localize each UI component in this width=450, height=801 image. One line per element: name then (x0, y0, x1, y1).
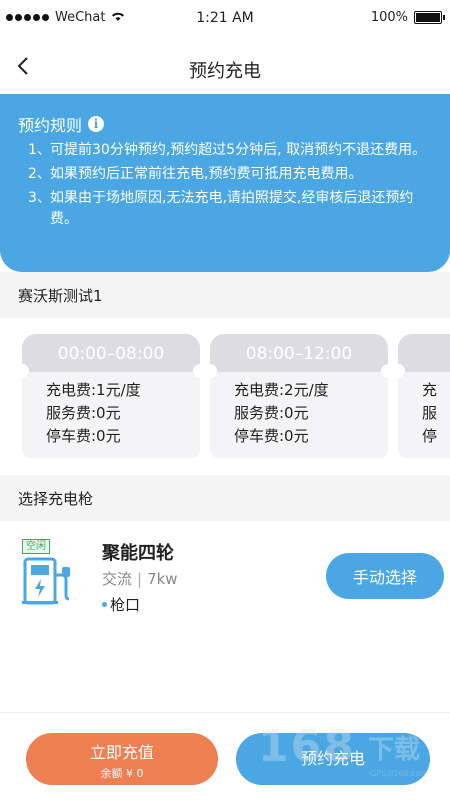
tariff-card[interactable]: 00:00–08:00 充电费:1元/度 服务费:0元 停车费:0元 (15, 334, 207, 458)
tariff-card[interactable]: 08:00–12:00 充电费:2元/度 服务费:0元 停车费:0元 (203, 334, 395, 458)
current-type: 交流 (102, 570, 133, 588)
reservation-rules-panel: 预约规则 i 1、 可提前30分钟预约,预约超过5分钟后, 取消预约不退还费用。… (0, 94, 450, 272)
station-name: 赛沃斯测试1 (18, 287, 103, 305)
tariff-card[interactable]: 充 服 停 (391, 334, 450, 458)
gun-spec: 交流 | 7kw (102, 570, 178, 588)
gun-name: 聚能四轮 (102, 543, 174, 564)
battery-percent: 100% (370, 10, 408, 25)
rules-title-label: 预约规则 (18, 116, 83, 135)
rule-item: 2、 如果预约后正常前往充电,预约费可抵用充电费用。 (28, 164, 428, 185)
nav-bar: 预约充电 (0, 38, 450, 94)
card-notch (203, 364, 217, 378)
charge-fee: 充电费:2元/度 (234, 381, 329, 399)
charging-station-icon (22, 557, 70, 605)
balance-text: 余额 ¥ 0 (100, 767, 144, 780)
port-dot-icon (102, 602, 107, 607)
recharge-button[interactable]: 立即充值 余额 ¥ 0 (26, 733, 218, 785)
parking-fee: 停车费:0元 (234, 427, 309, 445)
manual-select-button[interactable]: 手动选择 (326, 553, 444, 599)
parking-fee: 停车费:0元 (46, 427, 121, 445)
reserve-charging-button[interactable]: 预约充电 (236, 733, 430, 785)
service-fee: 服务费:0元 (234, 404, 309, 422)
rules-list: 1、 可提前30分钟预约,预约超过5分钟后, 取消预约不退还费用。 2、 如果预… (28, 140, 428, 233)
recharge-label: 立即充值 (89, 743, 154, 762)
rule-item: 1、 可提前30分钟预约,预约超过5分钟后, 取消预约不退还费用。 (28, 140, 428, 161)
gun-section-header: 选择充电枪 (0, 475, 450, 521)
charging-gun-item[interactable]: 空闲 聚能四轮 交流 | 7kw 枪口 手动选择 (0, 521, 450, 621)
station-header: 赛沃斯测试1 (0, 272, 450, 318)
gun-power: 7kw (147, 570, 178, 588)
service-fee: 服 (422, 404, 438, 422)
rule-number: 2、 (28, 166, 51, 182)
gun-port-label: 枪口 (110, 596, 141, 614)
gun-port: 枪口 (102, 594, 140, 615)
rule-text: 可提前30分钟预约,预约超过5分钟后, 取消预约不退还费用。 (50, 142, 427, 158)
parking-fee: 停 (422, 427, 438, 445)
battery-indicator: 100% (370, 10, 445, 25)
info-icon[interactable]: i (88, 116, 105, 132)
battery-icon (414, 11, 445, 24)
tariff-details: 充 服 停 (398, 372, 450, 458)
rule-text: 如果预约后正常前往充电,预约费可抵用充电费用。 (50, 166, 363, 182)
tariff-time: 00:00–08:00 (22, 334, 200, 372)
tariff-time (398, 334, 450, 372)
rule-number: 3、 (28, 190, 51, 206)
page-title: 预约充电 (189, 61, 261, 82)
rule-item: 3、 如果由于场地原因,无法充电,请拍照提交,经审核后退还预约费。 (28, 188, 428, 230)
status-bar: WeChat 1:21 AM 100% (0, 0, 450, 38)
service-fee: 服务费:0元 (46, 404, 121, 422)
card-notch (391, 364, 405, 378)
charge-fee: 充电费:1元/度 (46, 381, 141, 399)
footer-bar: 立即充值 余额 ¥ 0 预约充电 168 下载 GPS.JI168.com (0, 712, 450, 801)
rule-number: 1、 (28, 142, 51, 158)
tariff-details: 充电费:2元/度 服务费:0元 停车费:0元 (210, 372, 388, 458)
rule-text: 如果由于场地原因,无法充电,请拍照提交,经审核后退还预约费。 (50, 190, 414, 227)
status-badge: 空闲 (22, 539, 50, 554)
tariff-cards[interactable]: 00:00–08:00 充电费:1元/度 服务费:0元 停车费:0元 08:00… (0, 318, 450, 475)
card-notch (15, 364, 29, 378)
gun-section-title: 选择充电枪 (18, 490, 94, 508)
charge-fee: 充 (422, 381, 438, 399)
tariff-details: 充电费:1元/度 服务费:0元 停车费:0元 (22, 372, 200, 458)
rules-title: 预约规则 i (18, 112, 105, 136)
tariff-time: 08:00–12:00 (210, 334, 388, 372)
